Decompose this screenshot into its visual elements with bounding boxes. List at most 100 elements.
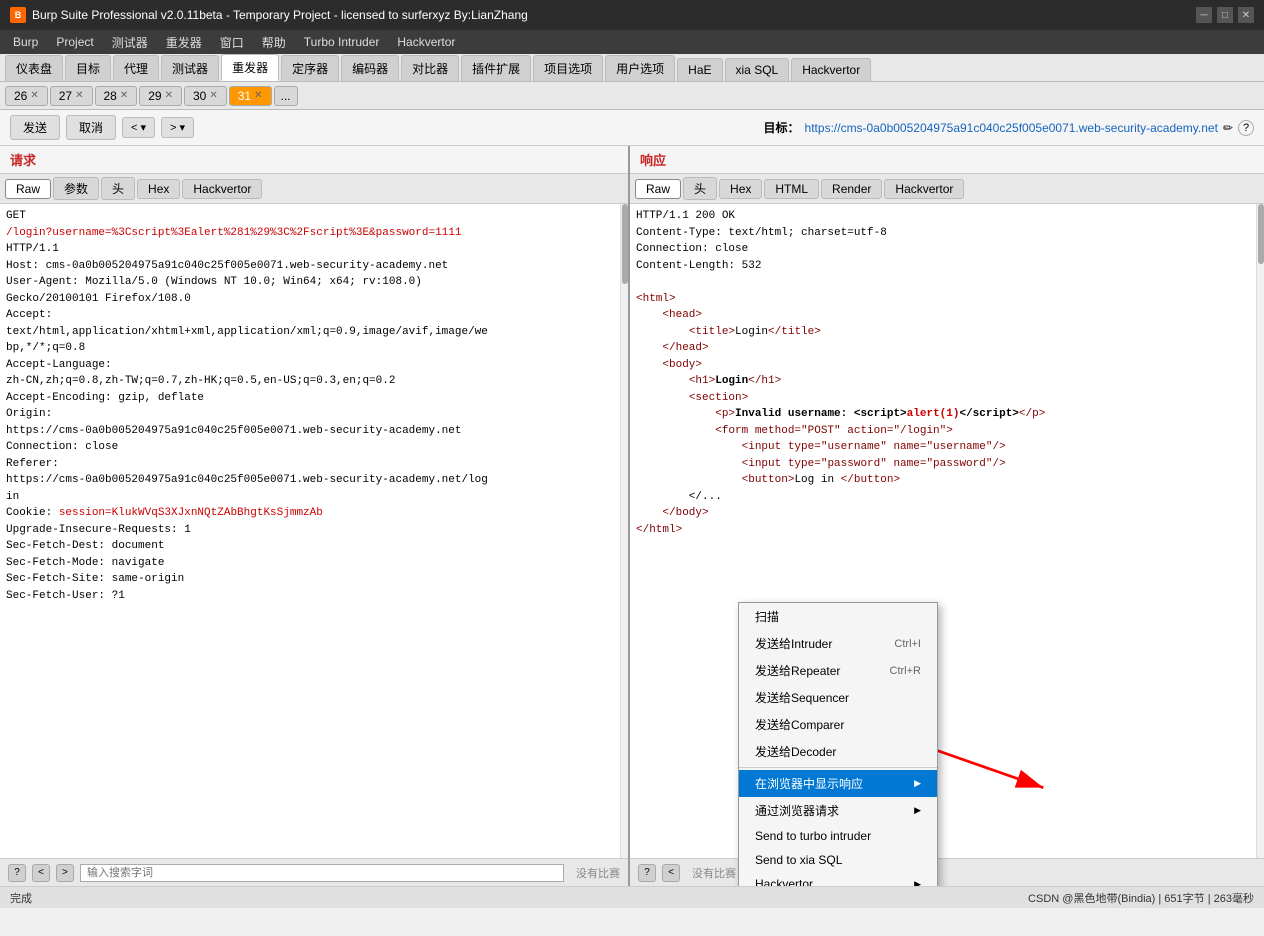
request-line-18: in — [6, 489, 622, 506]
response-tab-html[interactable]: HTML — [764, 179, 819, 199]
next-icon: > ▾ — [170, 121, 185, 134]
subtab-more[interactable]: ... — [274, 86, 298, 106]
tab-repeater[interactable]: 重发器 — [221, 54, 279, 81]
ctx-hackvertor[interactable]: Hackvertor — [739, 872, 937, 886]
menu-turbo[interactable]: Turbo Intruder — [296, 33, 388, 51]
resp-line-6: <html> — [636, 291, 1258, 308]
prev-button[interactable]: < ▾ — [122, 117, 155, 138]
window-controls[interactable]: ─ □ ✕ — [1196, 7, 1254, 23]
subtab-27-close[interactable]: ✕ — [75, 90, 83, 101]
response-content[interactable]: HTTP/1.1 200 OK Content-Type: text/html;… — [630, 204, 1264, 886]
menu-repeater[interactable]: 重发器 — [158, 32, 210, 53]
response-scrollbar-thumb[interactable] — [1258, 204, 1264, 264]
help-icon[interactable]: ? — [1238, 120, 1254, 136]
subtab-30-close[interactable]: ✕ — [209, 90, 217, 101]
ctx-browser-request[interactable]: 通过浏览器请求 — [739, 797, 937, 824]
menu-help[interactable]: 帮助 — [254, 32, 294, 53]
tab-project-options[interactable]: 项目选项 — [533, 55, 603, 81]
menu-window[interactable]: 窗口 — [212, 32, 252, 53]
next-button[interactable]: > ▾ — [161, 117, 194, 138]
request-line-5: User-Agent: Mozilla/5.0 (Windows NT 10.0… — [6, 274, 622, 291]
request-tab-params[interactable]: 参数 — [53, 177, 99, 200]
ctx-show-in-browser[interactable]: 在浏览器中显示响应 — [739, 770, 937, 797]
tab-xia-sql[interactable]: xia SQL — [725, 58, 790, 81]
request-line-3: HTTP/1.1 — [6, 241, 622, 258]
subtab-29[interactable]: 29 ✕ — [139, 86, 182, 106]
request-scrollbar[interactable] — [620, 204, 628, 858]
request-content[interactable]: GET /login?username=%3Cscript%3Ealert%28… — [0, 204, 628, 858]
tab-encoder[interactable]: 编码器 — [341, 55, 399, 81]
ctx-send-sequencer[interactable]: 发送给Sequencer — [739, 684, 937, 711]
tab-tester[interactable]: 测试器 — [161, 55, 219, 81]
subtab-29-close[interactable]: ✕ — [165, 90, 173, 101]
subtab-27[interactable]: 27 ✕ — [50, 86, 93, 106]
app-title: Burp Suite Professional v2.0.11beta - Te… — [32, 8, 528, 22]
request-tab-hackvertor[interactable]: Hackvertor — [182, 179, 262, 199]
subtab-26-close[interactable]: ✕ — [30, 90, 38, 101]
request-help-btn[interactable]: ? — [8, 864, 26, 882]
subtab-26[interactable]: 26 ✕ — [5, 86, 48, 106]
request-line-1: GET — [6, 208, 622, 225]
request-next-btn[interactable]: > — [56, 864, 74, 882]
response-help-btn[interactable]: ? — [638, 864, 656, 882]
request-tab-hex[interactable]: Hex — [137, 179, 180, 199]
response-bottom-bar: ? < 没有比赛 — [630, 858, 1264, 886]
request-line-22: Sec-Fetch-Mode: navigate — [6, 555, 622, 572]
response-prev-btn[interactable]: < — [662, 864, 680, 882]
response-panel-title: 响应 — [630, 146, 1264, 174]
ctx-sep-1 — [739, 767, 937, 768]
subtab-31-close[interactable]: ✕ — [254, 90, 262, 101]
context-menu: 扫描 发送给Intruder Ctrl+I 发送给Repeater Ctrl+R… — [738, 602, 938, 886]
request-bottom-bar: ? < > 没有比赛 — [0, 858, 628, 886]
subtab-30[interactable]: 30 ✕ — [184, 86, 227, 106]
response-tab-headers[interactable]: 头 — [683, 177, 717, 200]
subtab-28-close[interactable]: ✕ — [120, 90, 128, 101]
request-tab-headers[interactable]: 头 — [101, 177, 135, 200]
response-tab-raw[interactable]: Raw — [635, 179, 681, 199]
subtab-31[interactable]: 31 ✕ — [229, 86, 272, 106]
response-tab-render[interactable]: Render — [821, 179, 882, 199]
tab-user-options[interactable]: 用户选项 — [605, 55, 675, 81]
response-tabs: Raw 头 Hex HTML Render Hackvertor — [630, 174, 1264, 204]
resp-line-15: <input type="username" name="username"/> — [636, 439, 1258, 456]
tab-comparer[interactable]: 对比器 — [401, 55, 459, 81]
request-tab-raw[interactable]: Raw — [5, 179, 51, 199]
tab-hackvertor[interactable]: Hackvertor — [791, 58, 871, 81]
cancel-button[interactable]: 取消 — [66, 115, 116, 140]
edit-icon[interactable]: ✏ — [1223, 121, 1233, 135]
ctx-scan[interactable]: 扫描 — [739, 603, 937, 630]
subtab-28[interactable]: 28 ✕ — [95, 86, 138, 106]
ctx-send-repeater-shortcut: Ctrl+R — [890, 665, 921, 677]
ctx-send-turbo[interactable]: Send to turbo intruder — [739, 824, 937, 848]
request-prev-btn[interactable]: < — [32, 864, 50, 882]
maximize-button[interactable]: □ — [1217, 7, 1233, 23]
close-button[interactable]: ✕ — [1238, 7, 1254, 23]
tab-extensions[interactable]: 插件扩展 — [461, 55, 531, 81]
request-line-2: /login?username=%3Cscript%3Ealert%281%29… — [6, 225, 622, 242]
menu-burp[interactable]: Burp — [5, 33, 46, 51]
minimize-button[interactable]: ─ — [1196, 7, 1212, 23]
request-pane: 请求 Raw 参数 头 Hex Hackvertor GET /login?us… — [0, 146, 630, 886]
request-search-input[interactable] — [80, 864, 564, 882]
menu-tester[interactable]: 测试器 — [104, 32, 156, 53]
ctx-send-comparer[interactable]: 发送给Comparer — [739, 711, 937, 738]
menu-project[interactable]: Project — [48, 33, 101, 51]
menu-hackvertor[interactable]: Hackvertor — [389, 33, 463, 51]
tab-target[interactable]: 目标 — [65, 55, 111, 81]
ctx-send-repeater[interactable]: 发送给Repeater Ctrl+R — [739, 657, 937, 684]
ctx-send-intruder[interactable]: 发送给Intruder Ctrl+I — [739, 630, 937, 657]
ctx-send-xia-sql[interactable]: Send to xia SQL — [739, 848, 937, 872]
response-scrollbar[interactable] — [1256, 204, 1264, 886]
ctx-send-decoder[interactable]: 发送给Decoder — [739, 738, 937, 765]
tab-hae[interactable]: HaE — [677, 58, 722, 81]
resp-line-20: </html> — [636, 522, 1258, 539]
response-tab-hackvertor[interactable]: Hackvertor — [884, 179, 964, 199]
request-line-4: Host: cms-0a0b005204975a91c040c25f005e00… — [6, 258, 622, 275]
response-tab-hex[interactable]: Hex — [719, 179, 762, 199]
tab-proxy[interactable]: 代理 — [113, 55, 159, 81]
tab-dashboard[interactable]: 仪表盘 — [5, 55, 63, 81]
target-url: https://cms-0a0b005204975a91c040c25f005e… — [805, 121, 1218, 135]
send-button[interactable]: 发送 — [10, 115, 60, 140]
tab-sequencer[interactable]: 定序器 — [281, 55, 339, 81]
request-scrollbar-thumb[interactable] — [622, 204, 628, 284]
